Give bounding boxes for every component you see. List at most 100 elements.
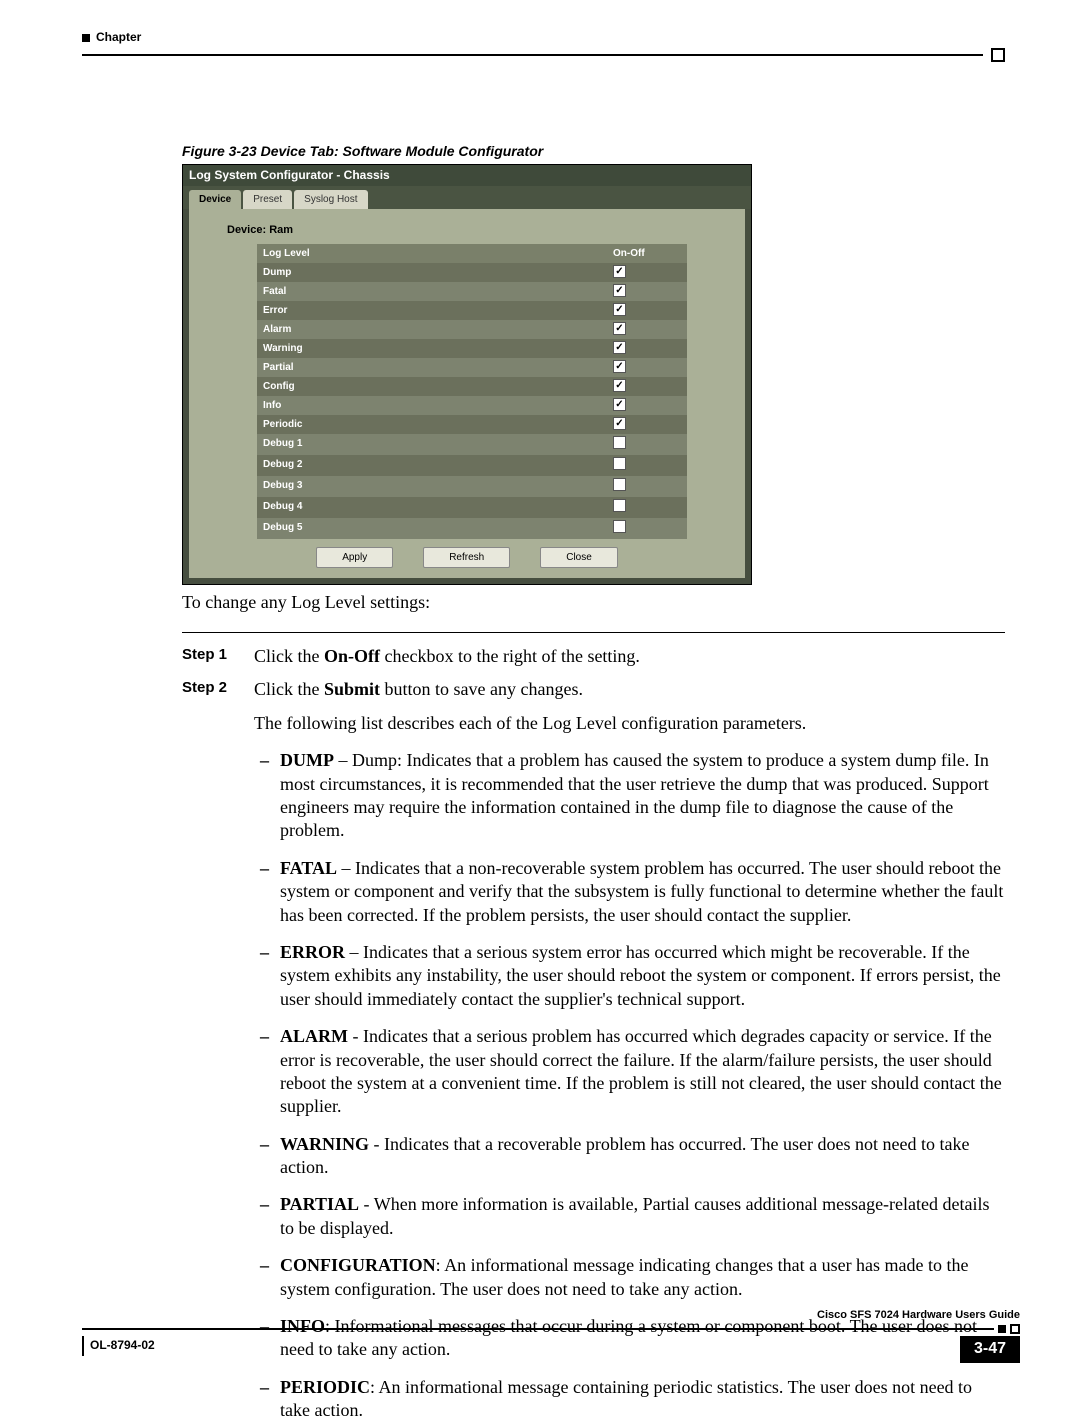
- log-level-label: Debug 5: [257, 518, 607, 539]
- table-row: Error: [257, 301, 687, 320]
- apply-button[interactable]: Apply: [316, 547, 393, 568]
- page-footer: Cisco SFS 7024 Hardware Users Guide OL-8…: [82, 1308, 1020, 1363]
- log-level-label: Periodic: [257, 415, 607, 434]
- table-row: Debug 2: [257, 455, 687, 476]
- footer-box-icon: [1010, 1324, 1020, 1334]
- table-row: Debug 4: [257, 497, 687, 518]
- list-item: DUMP – Dump: Indicates that a problem ha…: [280, 749, 1005, 843]
- log-level-label: Alarm: [257, 320, 607, 339]
- table-row: Debug 3: [257, 476, 687, 497]
- header-badge-icon: [82, 34, 90, 42]
- step-1-label: Step 1: [182, 645, 254, 668]
- term: FATAL: [280, 858, 337, 878]
- device-label: Device: Ram: [197, 217, 737, 243]
- window-title: Log System Configurator - Chassis: [183, 165, 751, 187]
- col-log-level: Log Level: [257, 244, 607, 263]
- refresh-button[interactable]: Refresh: [423, 547, 510, 568]
- step-2-label: Step 2: [182, 678, 254, 701]
- on-off-checkbox[interactable]: [613, 360, 626, 373]
- list-item: ALARM - Indicates that a serious problem…: [280, 1025, 1005, 1119]
- chapter-label: Chapter: [96, 30, 1005, 46]
- on-off-checkbox[interactable]: [613, 436, 626, 449]
- log-level-label: Fatal: [257, 282, 607, 301]
- step-1-text: Click the On-Off checkbox to the right o…: [254, 645, 1005, 668]
- list-item: FATAL – Indicates that a non-recoverable…: [280, 857, 1005, 927]
- list-item: ERROR – Indicates that a serious system …: [280, 941, 1005, 1011]
- on-off-checkbox[interactable]: [613, 417, 626, 430]
- table-row: Warning: [257, 339, 687, 358]
- on-off-checkbox[interactable]: [613, 284, 626, 297]
- screenshot-window: Log System Configurator - Chassis Device…: [182, 164, 752, 585]
- definition: Indicates that a serious system error ha…: [280, 942, 1001, 1009]
- log-level-label: Debug 4: [257, 497, 607, 518]
- list-item: PARTIAL - When more information is avail…: [280, 1193, 1005, 1240]
- table-row: Partial: [257, 358, 687, 377]
- page-number: 3-47: [960, 1336, 1020, 1363]
- table-row: Fatal: [257, 282, 687, 301]
- list-intro: The following list describes each of the…: [254, 712, 1005, 735]
- page-header: Chapter: [82, 30, 1005, 46]
- term: PERIODIC: [280, 1377, 370, 1397]
- footer-guide: Cisco SFS 7024 Hardware Users Guide: [82, 1308, 1020, 1322]
- on-off-checkbox[interactable]: [613, 303, 626, 316]
- table-row: Periodic: [257, 415, 687, 434]
- log-level-label: Info: [257, 396, 607, 415]
- log-level-label: Warning: [257, 339, 607, 358]
- step-2-text: Click the Submit button to save any chan…: [254, 678, 1005, 701]
- footer-ol: OL-8794-02: [90, 1338, 155, 1354]
- footer-gutter-icon: [82, 1336, 84, 1356]
- table-row: Dump: [257, 263, 687, 282]
- log-level-label: Dump: [257, 263, 607, 282]
- log-level-label: Config: [257, 377, 607, 396]
- tabs: Device Preset Syslog Host: [183, 186, 751, 209]
- definition: An informational message containing peri…: [280, 1377, 972, 1420]
- on-off-checkbox[interactable]: [613, 398, 626, 411]
- definition: Indicates that a non-recoverable system …: [280, 858, 1003, 925]
- grid-header: Log Level On-Off: [257, 244, 687, 263]
- term: DUMP: [280, 750, 334, 770]
- figure-caption: Figure 3-23 Device Tab: Software Module …: [182, 142, 1005, 160]
- log-level-label: Error: [257, 301, 607, 320]
- term: PARTIAL: [280, 1194, 359, 1214]
- on-off-checkbox[interactable]: [613, 265, 626, 278]
- table-row: Alarm: [257, 320, 687, 339]
- log-level-label: Debug 1: [257, 434, 607, 455]
- tab-device[interactable]: Device: [189, 190, 241, 209]
- tab-body: Device: Ram Log Level On-Off DumpFatalEr…: [189, 209, 745, 577]
- table-row: Config: [257, 377, 687, 396]
- term: WARNING: [280, 1134, 369, 1154]
- term: CONFIGURATION: [280, 1255, 436, 1275]
- header-corner-icon: [991, 48, 1005, 62]
- on-off-checkbox[interactable]: [613, 379, 626, 392]
- definition: Indicates that a serious problem has occ…: [280, 1026, 1002, 1116]
- list-item: WARNING - Indicates that a recoverable p…: [280, 1133, 1005, 1180]
- table-row: Debug 1: [257, 434, 687, 455]
- on-off-checkbox[interactable]: [613, 520, 626, 533]
- term: ALARM: [280, 1026, 348, 1046]
- table-row: Debug 5: [257, 518, 687, 539]
- definition: When more information is available, Part…: [280, 1194, 990, 1237]
- step-rule: [182, 632, 1005, 633]
- on-off-checkbox[interactable]: [613, 457, 626, 470]
- definition: Dump: Indicates that a problem has cause…: [280, 750, 989, 840]
- footer-dot-icon: [998, 1325, 1006, 1333]
- on-off-checkbox[interactable]: [613, 322, 626, 335]
- on-off-checkbox[interactable]: [613, 499, 626, 512]
- log-level-label: Debug 2: [257, 455, 607, 476]
- step-2: Step 2 Click the Submit button to save a…: [182, 678, 1005, 701]
- header-rule: [82, 54, 983, 56]
- footer-rule: [82, 1328, 994, 1330]
- step-1: Step 1 Click the On-Off checkbox to the …: [182, 645, 1005, 668]
- intro-text: To change any Log Level settings:: [182, 591, 1005, 614]
- list-item: CONFIGURATION: An informational message …: [280, 1254, 1005, 1301]
- log-level-label: Partial: [257, 358, 607, 377]
- close-button[interactable]: Close: [540, 547, 618, 568]
- term: ERROR: [280, 942, 345, 962]
- col-on-off: On-Off: [607, 244, 687, 263]
- tab-preset[interactable]: Preset: [243, 190, 292, 209]
- tab-syslog-host[interactable]: Syslog Host: [294, 190, 367, 209]
- on-off-checkbox[interactable]: [613, 478, 626, 491]
- table-row: Info: [257, 396, 687, 415]
- on-off-checkbox[interactable]: [613, 341, 626, 354]
- list-item: PERIODIC: An informational message conta…: [280, 1376, 1005, 1423]
